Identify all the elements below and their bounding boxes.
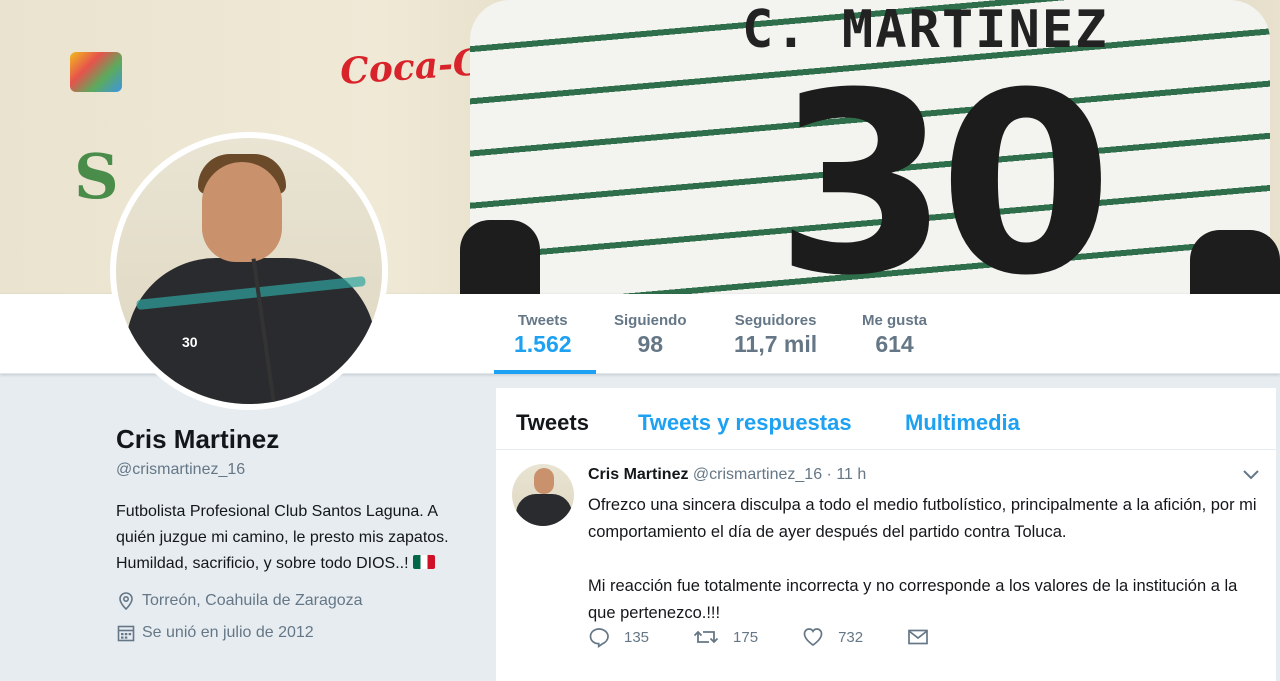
profile-name[interactable]: Cris Martinez [116, 424, 476, 455]
tweet-header: Cris Martinez @crismartinez_16 · 11 h [588, 466, 866, 484]
profile-handle[interactable]: @crismartinez_16 [116, 461, 476, 479]
stat-followers[interactable]: Seguidores 11,7 mil [734, 312, 817, 358]
tab-media[interactable]: Multimedia [905, 410, 1020, 436]
mexico-flag-icon [412, 555, 435, 569]
tab-tweets[interactable]: Tweets [516, 410, 589, 436]
profile-avatar[interactable]: 30 [110, 132, 388, 410]
santos-logo: S [74, 140, 119, 213]
chevron-down-icon[interactable] [1242, 468, 1260, 486]
joined-text: Se unió en julio de 2012 [142, 624, 314, 641]
jersey-number: 30 [775, 39, 1113, 295]
reply-icon [589, 628, 609, 648]
stat-label: Tweets [517, 312, 568, 329]
profile-bio: Futbolista Profesional Club Santos Lagun… [116, 499, 466, 577]
envelope-icon [908, 629, 928, 645]
reply-button[interactable]: 135 [588, 626, 649, 648]
tweet-author-name[interactable]: Cris Martinez [588, 466, 688, 483]
tweet-paragraph: Mi reacción fue totalmente incorrecta y … [588, 577, 1238, 622]
reply-count: 135 [624, 628, 650, 646]
timeline-tabs: Tweets Tweets y respuestas Multimedia [496, 388, 1276, 450]
timeline: Tweets Tweets y respuestas Multimedia Cr… [496, 388, 1276, 681]
stat-tweets[interactable]: Tweets 1.562 [514, 312, 572, 358]
calendar-icon [117, 625, 135, 642]
tab-tweets-and-replies[interactable]: Tweets y respuestas [638, 410, 852, 436]
active-stat-underline [494, 370, 596, 374]
tweet-separator: · [826, 466, 832, 483]
retweet-count: 175 [733, 628, 759, 646]
direct-message-button[interactable] [907, 627, 943, 647]
tweet-actions: 135 175 732 [588, 626, 987, 648]
tweet-author-handle[interactable]: @crismartinez_16 [693, 466, 822, 483]
tweet-avatar[interactable] [512, 464, 574, 526]
profile-location: Torreón, Coahuila de Zaragoza [116, 591, 476, 611]
heart-icon [803, 628, 823, 647]
retweet-icon [693, 630, 719, 644]
stat-label: Seguidores [734, 312, 817, 329]
stat-label: Siguiendo [614, 312, 687, 329]
stat-value: 614 [875, 331, 914, 357]
stat-value: 11,7 mil [734, 331, 818, 357]
stat-likes[interactable]: Me gusta 614 [862, 312, 927, 358]
tweet-item[interactable]: Cris Martinez @crismartinez_16 · 11 h Of… [496, 450, 1276, 681]
location-text: Torreón, Coahuila de Zaragoza [142, 592, 363, 609]
profile-joined: Se unió en julio de 2012 [116, 623, 476, 643]
stat-following[interactable]: Siguiendo 98 [614, 312, 687, 358]
location-pin-icon [119, 592, 133, 611]
bio-text: Futbolista Profesional Club Santos Lagun… [116, 503, 449, 572]
stat-value: 1.562 [514, 331, 572, 357]
tweet-time[interactable]: 11 h [836, 466, 866, 483]
sponsor-logo [70, 52, 122, 92]
stat-label: Me gusta [862, 312, 928, 329]
tweet-paragraph: Ofrezco una sincera disculpa a todo el m… [588, 496, 1257, 541]
like-count: 732 [838, 628, 864, 646]
avatar-jersey-number: 30 [182, 334, 198, 350]
like-button[interactable]: 732 [802, 626, 863, 648]
retweet-button[interactable]: 175 [693, 626, 758, 648]
profile-card: Cris Martinez @crismartinez_16 Futbolist… [116, 424, 476, 643]
stat-value: 98 [637, 331, 664, 357]
tweet-text: Ofrezco una sincera disculpa a todo el m… [588, 492, 1268, 627]
